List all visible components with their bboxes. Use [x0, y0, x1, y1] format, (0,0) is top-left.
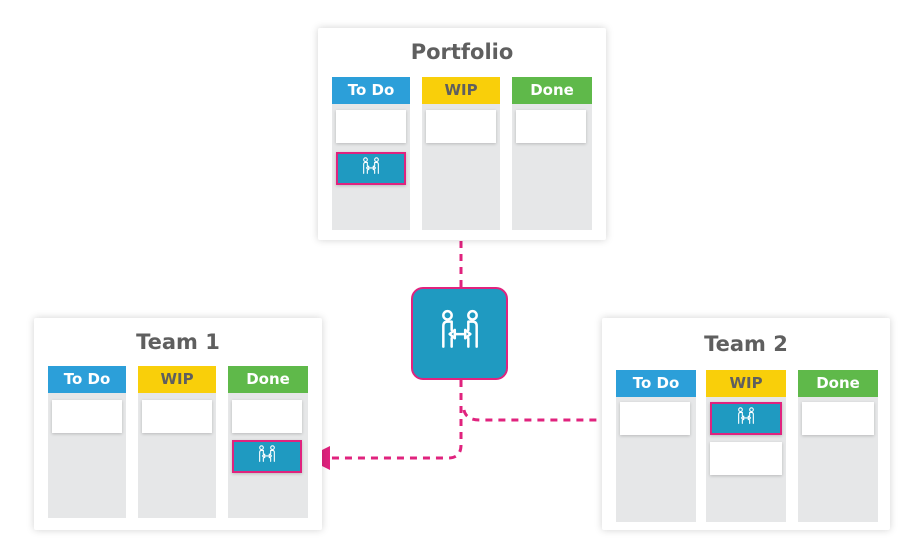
card[interactable]	[52, 400, 122, 433]
board-team-1: Team 1 To Do WIP Done	[34, 318, 322, 530]
people-exchange-icon	[256, 444, 278, 470]
card[interactable]	[802, 402, 874, 435]
dependency-card[interactable]	[710, 402, 782, 435]
arrow-to-team1	[306, 380, 463, 470]
column-header: To Do	[616, 370, 696, 397]
people-exchange-icon	[360, 156, 382, 182]
column-wip: WIP	[138, 366, 216, 518]
board-portfolio: Portfolio To Do WIP Done	[318, 28, 606, 240]
column-wip: WIP	[422, 77, 500, 230]
people-exchange-icon	[435, 307, 485, 361]
column-done: Done	[228, 366, 308, 518]
board-title: Portfolio	[410, 40, 514, 64]
column-todo: To Do	[616, 370, 696, 522]
column-header: To Do	[332, 77, 410, 104]
card[interactable]	[426, 110, 496, 143]
board-team-2: Team 2 To Do WIP Done	[602, 318, 890, 530]
column-header: To Do	[48, 366, 126, 393]
board-title: Team 2	[704, 332, 788, 356]
column-header: WIP	[706, 370, 786, 397]
column-header: Done	[228, 366, 308, 393]
column-header: WIP	[422, 77, 500, 104]
column-header: WIP	[138, 366, 216, 393]
dependency-card[interactable]	[336, 152, 406, 185]
card[interactable]	[516, 110, 586, 143]
column-todo: To Do	[332, 77, 410, 230]
people-exchange-icon	[735, 406, 757, 432]
column-header: Done	[798, 370, 878, 397]
column-header: Done	[512, 77, 592, 104]
dependency-card[interactable]	[232, 440, 302, 473]
card[interactable]	[620, 402, 690, 435]
dependency-hub[interactable]	[411, 287, 508, 380]
column-done: Done	[798, 370, 878, 522]
column-todo: To Do	[48, 366, 126, 518]
column-wip: WIP	[706, 370, 786, 522]
card[interactable]	[142, 400, 212, 433]
column-done: Done	[512, 77, 592, 230]
board-title: Team 1	[136, 330, 220, 354]
card[interactable]	[336, 110, 406, 143]
card[interactable]	[710, 442, 782, 475]
card[interactable]	[232, 400, 302, 433]
